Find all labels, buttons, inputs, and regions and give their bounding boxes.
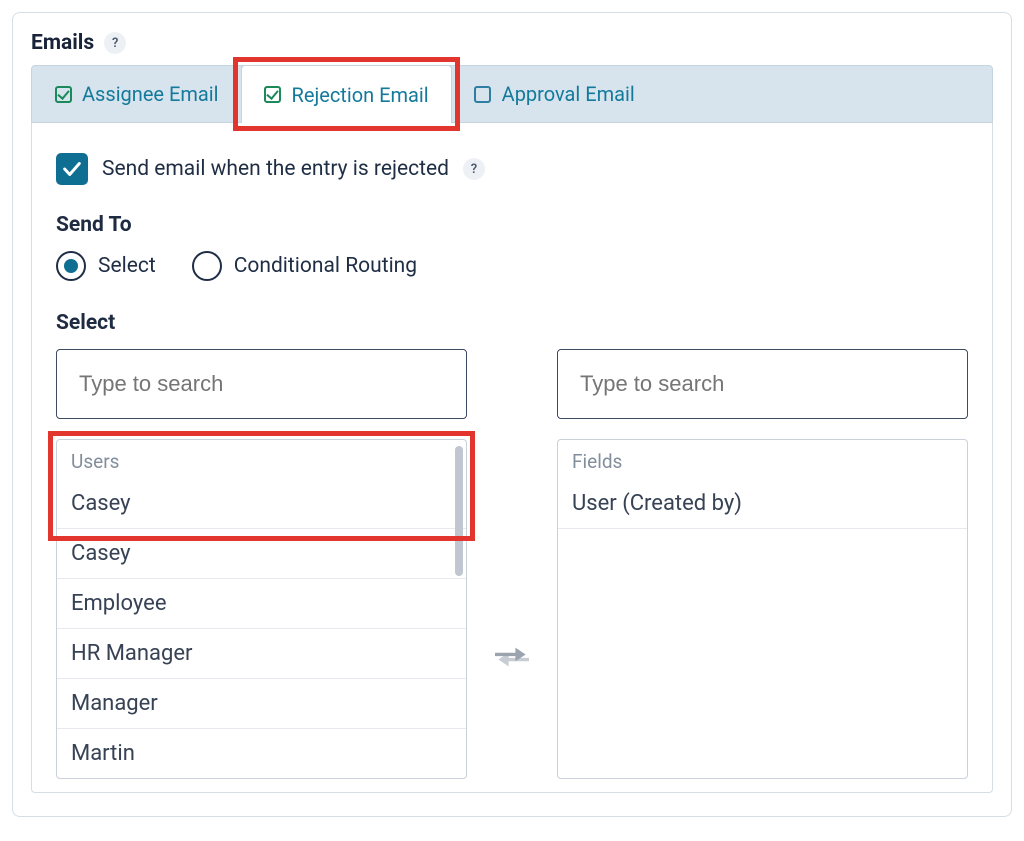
emails-header: Emails ? [13, 13, 1011, 65]
list-item[interactable]: HR Manager [57, 629, 466, 679]
send-email-toggle-row: Send email when the entry is rejected ? [56, 153, 968, 185]
group-header: Users [57, 440, 466, 479]
tab-rejection-email[interactable]: Rejection Email [241, 65, 452, 123]
list-item[interactable]: User (Created by) [558, 479, 967, 529]
radio-icon [56, 251, 86, 281]
search-selected-input[interactable] [557, 349, 968, 419]
tabs-container: Assignee Email Rejection Email Approval … [13, 65, 1011, 123]
help-icon[interactable]: ? [104, 32, 126, 54]
dual-list-selector: Users CaseyCaseyEmployeeHR ManagerManage… [56, 349, 968, 779]
tabs-bar: Assignee Email Rejection Email Approval … [31, 65, 993, 123]
selected-list: Fields User (Created by) [557, 439, 968, 779]
tab-content: Send email when the entry is rejected ? … [31, 123, 993, 793]
send-to-radio-group: Select Conditional Routing [56, 251, 968, 281]
send-to-title: Send To [56, 213, 968, 237]
help-icon[interactable]: ? [463, 158, 485, 180]
radio-select[interactable]: Select [56, 251, 156, 281]
list-item[interactable]: Employee [57, 579, 466, 629]
tab-assignee-email[interactable]: Assignee Email [32, 66, 242, 122]
list-item[interactable]: Manager [57, 679, 466, 729]
list-item[interactable]: Casey [57, 529, 466, 579]
radio-conditional-routing[interactable]: Conditional Routing [192, 251, 417, 281]
list-item[interactable]: Martin [57, 729, 466, 778]
tab-label: Approval Email [502, 82, 635, 106]
search-available-input[interactable] [56, 349, 467, 419]
swap-arrows-icon [495, 644, 529, 674]
available-col: Users CaseyCaseyEmployeeHR ManagerManage… [56, 349, 467, 779]
radio-label: Select [98, 254, 156, 278]
selected-list-scroll[interactable]: Fields User (Created by) [558, 440, 967, 778]
group-header: Fields [558, 440, 967, 479]
tab-label: Rejection Email [292, 83, 429, 107]
emails-panel: Emails ? Assignee Email Rejection Email … [12, 12, 1012, 817]
unchecked-icon [474, 85, 492, 103]
tab-approval-email[interactable]: Approval Email [452, 66, 657, 122]
available-list: Users CaseyCaseyEmployeeHR ManagerManage… [56, 439, 467, 779]
select-title: Select [56, 311, 968, 335]
scrollbar[interactable] [455, 446, 463, 576]
radio-label: Conditional Routing [234, 254, 417, 278]
available-list-scroll[interactable]: Users CaseyCaseyEmployeeHR ManagerManage… [57, 440, 466, 778]
selected-col: Fields User (Created by) [557, 349, 968, 779]
checked-icon [54, 85, 72, 103]
radio-icon [192, 251, 222, 281]
list-item[interactable]: Casey [57, 479, 466, 529]
tab-label: Assignee Email [82, 82, 219, 106]
send-email-label: Send email when the entry is rejected [102, 157, 449, 181]
checked-icon [264, 86, 282, 104]
send-email-checkbox[interactable] [56, 153, 88, 185]
section-title: Emails [31, 31, 94, 55]
